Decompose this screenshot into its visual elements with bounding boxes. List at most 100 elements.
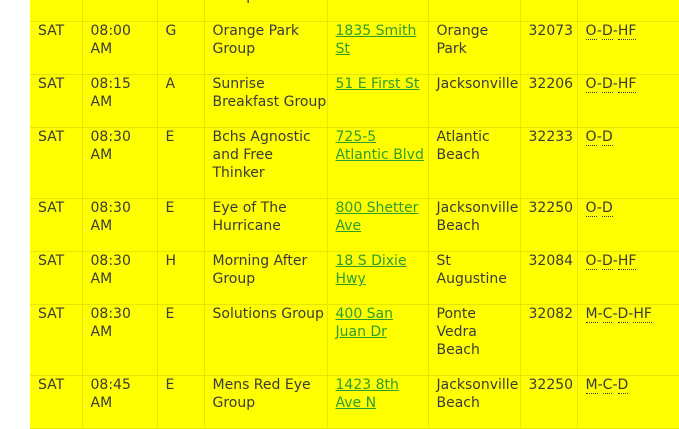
meeting-type-code[interactable]: D (601, 76, 613, 93)
day-cell: SAT (30, 251, 83, 305)
meeting-type-code[interactable]: C (602, 377, 613, 394)
day-cell: SAT (30, 74, 83, 128)
time-cell: 08:30 AM (81, 127, 158, 199)
meeting-type-code[interactable]: O (585, 76, 597, 93)
day-cell: SAT (30, 304, 83, 376)
zip-cell: 32073 (519, 21, 578, 75)
types-cell: M-C-D-HF (576, 304, 679, 376)
address-link[interactable]: 725-5 Atlantic Blvd (336, 129, 424, 163)
district-cell: A (156, 74, 205, 128)
city-cell: Ponte Vedra Beach (427, 304, 521, 376)
meeting-type-code[interactable]: M (585, 306, 598, 323)
time-cell: 08:00 AM (81, 21, 158, 75)
meeting-type-code[interactable]: O (585, 200, 597, 217)
address-cell: 800 Shetter Ave (326, 198, 429, 252)
address-link[interactable]: 1423 8th Ave N (336, 377, 399, 411)
group-name-cell: Sunrise Breakfast Group (203, 74, 328, 128)
zip-cell: 32233 (519, 127, 578, 199)
district-cell: E (156, 127, 205, 199)
time-cell: 08:45 AM (81, 375, 158, 429)
city-cell: St Augustine (427, 251, 521, 305)
group-name-cell: Group (203, 0, 328, 22)
group-name-cell: Mens Red Eye Group (203, 375, 328, 429)
district-cell: H (156, 251, 205, 305)
types-cell: O-D (576, 127, 679, 199)
address-link[interactable]: 51 E First St (336, 76, 420, 92)
meeting-type-code[interactable]: D (601, 129, 613, 146)
address-cell: 18 S Dixie Hwy (326, 251, 429, 305)
meeting-type-code[interactable]: HF (633, 306, 652, 323)
city-cell: Beach (427, 0, 521, 22)
meeting-type-code[interactable]: HF (617, 253, 637, 270)
table-row: SAT 08:30 AM E Solutions Group 400 San Juan … (30, 304, 679, 376)
time-cell: 08:30 AM (81, 251, 158, 305)
city-cell: Jacksonville Beach (427, 375, 521, 429)
meeting-type-code[interactable]: HF (617, 23, 637, 40)
meeting-type-code[interactable]: D (617, 306, 629, 323)
table-row: SAT 08:00 AM G Orange Park Group 1835 Smith … (30, 21, 679, 75)
day-cell (30, 0, 83, 22)
zip-cell: 32206 (519, 74, 578, 128)
meeting-type-code[interactable]: O (585, 23, 597, 40)
group-name-cell: Bchs Agnostic and Free Thinker (203, 127, 328, 199)
district-cell: E (156, 375, 205, 429)
address-link[interactable]: 18 S Dixie Hwy (336, 253, 407, 287)
day-cell: SAT (30, 375, 83, 429)
district-cell: G (156, 21, 205, 75)
address-cell: 400 San Juan Dr (326, 304, 429, 376)
table-row: SAT 08:30 AM E Bchs Agnostic and Free Think… (30, 127, 679, 199)
meeting-table-body: AM Group Beach SAT08:00 AMGOrange Park G… (30, 0, 679, 429)
zip-cell: 32250 (519, 375, 578, 429)
district-cell: E (156, 304, 205, 376)
district-cell (156, 0, 205, 22)
meeting-type-code[interactable]: C (602, 306, 613, 323)
meeting-type-code[interactable]: M (585, 377, 598, 394)
zip-cell: 32082 (519, 304, 578, 376)
day-cell: SAT (30, 21, 83, 75)
group-name-cell: Morning After Group (203, 251, 328, 305)
meeting-type-code[interactable]: D (601, 200, 613, 217)
meeting-type-code[interactable]: O (585, 129, 597, 146)
meeting-type-code[interactable]: HF (617, 76, 637, 93)
meeting-type-code[interactable]: D (617, 377, 629, 394)
city-cell: Orange Park (427, 21, 521, 75)
meeting-type-code[interactable]: D (601, 253, 613, 270)
city-cell: Jacksonville Beach (427, 198, 521, 252)
types-cell: O-D (576, 198, 679, 252)
type-separator: - (597, 306, 603, 322)
time-cell: 08:30 AM (81, 304, 158, 376)
type-separator: - (612, 306, 618, 322)
address-cell: 725-5 Atlantic Blvd (326, 127, 429, 199)
address-cell (326, 0, 429, 22)
city-cell: Atlantic Beach (427, 127, 521, 199)
types-cell: O-D-HF (576, 21, 679, 75)
time-cell: AM (81, 0, 158, 22)
type-separator: - (612, 377, 618, 393)
zip-cell: 32084 (519, 251, 578, 305)
group-name-cell: Eye of The Hurricane (203, 198, 328, 252)
group-name-cell: Orange Park Group (203, 21, 328, 75)
meeting-type-code[interactable]: D (601, 23, 613, 40)
city-cell: Jacksonville (427, 74, 521, 128)
district-cell: E (156, 198, 205, 252)
partial-table-row: AM Group Beach (30, 0, 679, 22)
table-row: SAT 08:45 AM E Mens Red Eye Group 1423 8th A… (30, 375, 679, 429)
address-cell: 1835 Smith St (326, 21, 429, 75)
time-cell: 08:30 AM (81, 198, 158, 252)
address-link[interactable]: 400 San Juan Dr (336, 306, 394, 340)
address-link[interactable]: 1835 Smith St (336, 23, 417, 57)
address-cell: 51 E First St (326, 74, 429, 128)
type-separator: - (597, 377, 603, 393)
table-row: SAT 08:30 AM H Morning After Group 18 S Dixi… (30, 251, 679, 305)
zip-cell (519, 0, 578, 22)
zip-cell: 32250 (519, 198, 578, 252)
meeting-table: AM Group Beach SAT08:00 AMGOrange Park G… (30, 0, 679, 429)
types-cell: M-C-D (576, 375, 679, 429)
table-row: SAT 08:15 AM A Sunrise Breakfast Group 51 E … (30, 74, 679, 128)
group-name-cell: Solutions Group (203, 304, 328, 376)
day-cell: SAT (30, 127, 83, 199)
meeting-type-code[interactable]: O (585, 253, 597, 270)
address-link[interactable]: 800 Shetter Ave (336, 200, 419, 234)
time-cell: 08:15 AM (81, 74, 158, 128)
address-cell: 1423 8th Ave N (326, 375, 429, 429)
